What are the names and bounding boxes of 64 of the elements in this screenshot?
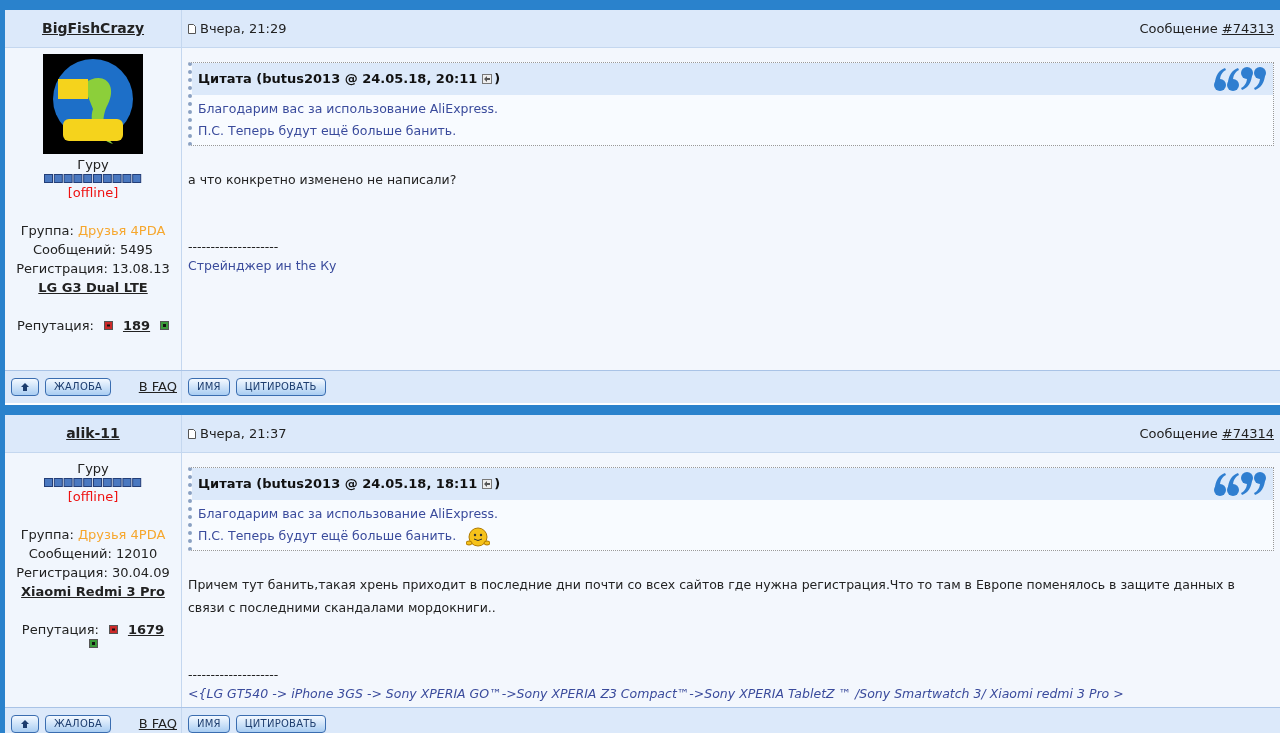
- quote-button[interactable]: ЦИТИРОВАТЬ: [235, 715, 326, 733]
- back-arrow-icon[interactable]: [482, 479, 493, 489]
- author-link[interactable]: BigFishCrazy: [41, 18, 145, 39]
- message-count: Сообщений: 12010: [28, 545, 158, 563]
- report-button[interactable]: ЖАЛОБА: [45, 378, 112, 396]
- post-date: Вчера, 21:37: [200, 424, 287, 443]
- rank-pips-icon: [44, 174, 142, 183]
- quote-button[interactable]: ЦИТИРОВАТЬ: [235, 378, 326, 396]
- message-number-link[interactable]: #74314: [1221, 423, 1274, 444]
- report-button[interactable]: ЖАЛОБА: [45, 715, 112, 733]
- registration-date: Регистрация: 13.08.13: [16, 260, 170, 278]
- message-label: Сообщение: [1139, 19, 1218, 38]
- name-button[interactable]: ИМЯ: [188, 378, 230, 396]
- signature-separator: --------------------: [188, 666, 280, 684]
- device-link[interactable]: Xiaomi Redmi 3 Pro: [21, 582, 165, 601]
- registration-date: Регистрация: 30.04.09: [16, 564, 170, 582]
- reputation-link[interactable]: 189: [122, 316, 151, 335]
- user-rank: Гуру: [77, 460, 109, 478]
- up-arrow-icon: [20, 382, 30, 392]
- document-icon: [188, 428, 196, 439]
- rank-pips-icon: [44, 478, 142, 487]
- user-group: Друзья 4PDA: [77, 221, 166, 240]
- group-label: Группа:: [20, 222, 74, 240]
- user-group: Друзья 4PDA: [77, 525, 166, 544]
- document-icon: [188, 23, 196, 34]
- reputation-link[interactable]: 1679: [127, 620, 165, 639]
- message-number-link[interactable]: #74313: [1221, 18, 1274, 39]
- author-link[interactable]: alik-11: [66, 423, 120, 444]
- quote-title: Цитата (butus2013 @ 24.05.18, 18:11: [198, 475, 478, 494]
- message-label: Сообщение: [1139, 424, 1218, 443]
- user-status: [offline]: [67, 184, 119, 202]
- quotation-marks-icon: [1213, 470, 1267, 498]
- scroll-top-button[interactable]: [11, 378, 39, 396]
- name-button[interactable]: ИМЯ: [188, 715, 230, 733]
- post-text: Причем тут банить,такая хрень приходит в последние дни почти со всех сайтов где нужна регистрация.Что то там в Европе поменялось в защите данных в связи с последними скандалами мордокниги..: [188, 576, 1236, 617]
- post-date: Вчера, 21:29: [200, 19, 287, 38]
- device-link[interactable]: LG G3 Dual LTE: [38, 278, 148, 297]
- quotation-marks-icon: [1213, 65, 1267, 93]
- user-rank: Гуру: [77, 156, 109, 174]
- quote-line: Благодарим вас за использование AliExpress.: [198, 505, 499, 523]
- post-text: а что конкретно изменено не написали?: [188, 171, 458, 189]
- plus-square-icon[interactable]: [88, 639, 98, 648]
- quote-title: Цитата (butus2013 @ 24.05.18, 20:11: [198, 70, 478, 89]
- signature-separator: --------------------: [188, 238, 280, 256]
- minus-square-icon[interactable]: [108, 625, 118, 634]
- reputation-label: Репутация:: [21, 621, 99, 639]
- quote-line: П.С. Теперь будут ещё больше банить.: [198, 122, 457, 140]
- faq-link[interactable]: В FAQ: [138, 714, 177, 733]
- user-status: [offline]: [67, 488, 119, 506]
- reputation-label: Репутация:: [16, 317, 94, 335]
- quote-title-end: ): [494, 70, 501, 89]
- group-label: Группа:: [20, 526, 74, 544]
- signature-text: Стрейнджер ин the Ку: [188, 257, 338, 275]
- plus-square-icon[interactable]: [160, 321, 170, 330]
- faq-link[interactable]: В FAQ: [138, 377, 177, 397]
- quote-title-end: ): [494, 475, 501, 494]
- minus-square-icon[interactable]: [103, 321, 113, 330]
- quote-line: Благодарим вас за использование AliExpress.: [198, 100, 499, 118]
- up-arrow-icon: [20, 719, 30, 729]
- signature-text: <{LG GT540 -> iPhone 3GS -> Sony XPERIA GO™->Sony XPERIA Z3 Compact™->Sony XPERIA TabletZ ™ /Sony Smartwatch 3/ Xiaomi redmi 3 Pro >: [188, 685, 1125, 703]
- scroll-top-button[interactable]: [11, 715, 39, 733]
- message-count: Сообщений: 5495: [32, 241, 154, 259]
- quote-line: П.С. Теперь будут ещё больше банить.: [198, 527, 457, 545]
- back-arrow-icon[interactable]: [482, 74, 493, 84]
